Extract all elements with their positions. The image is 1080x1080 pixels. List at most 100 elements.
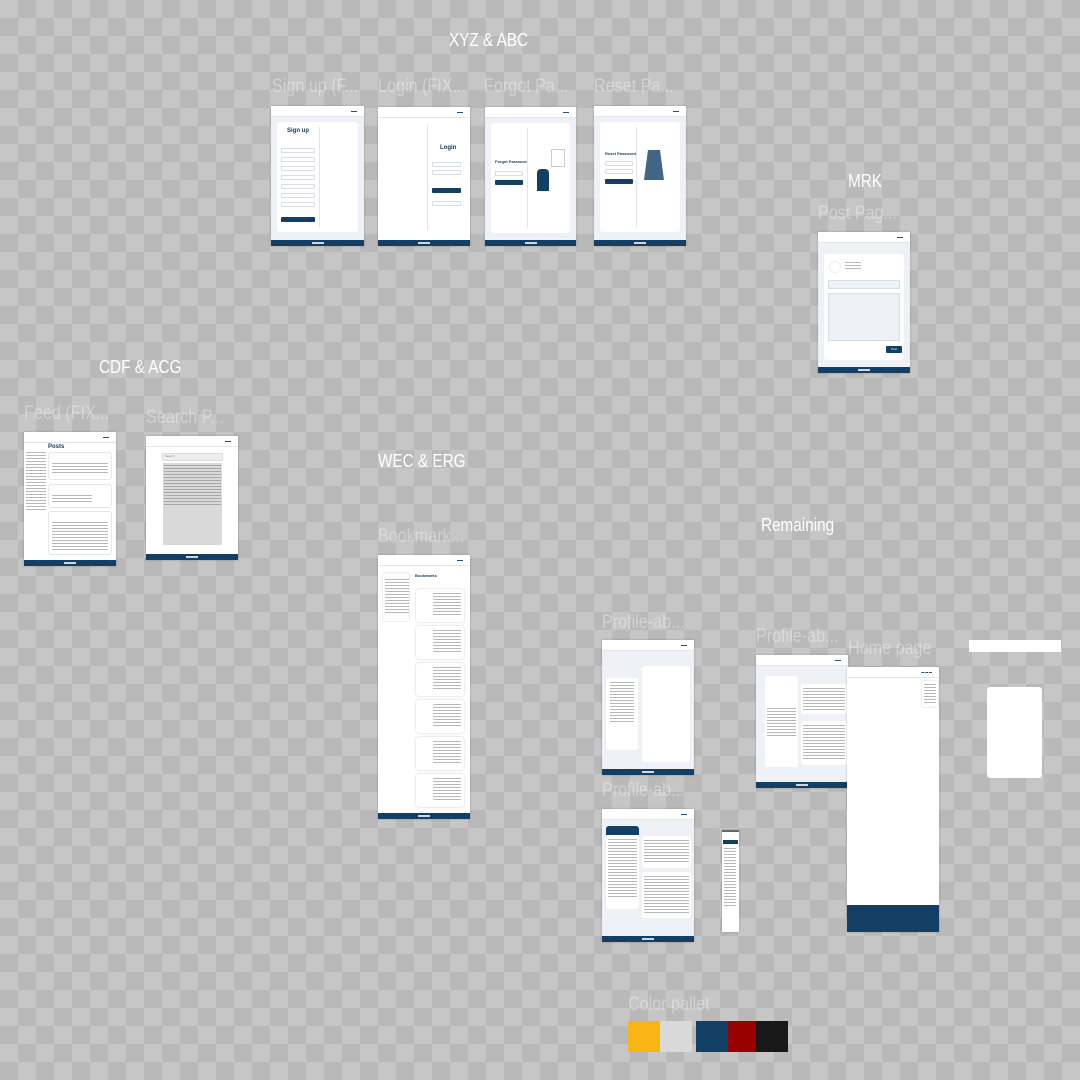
frame-label-reset[interactable]: Reset Pa...: [594, 76, 674, 98]
reset-confirm-field[interactable]: [605, 169, 633, 174]
frame-mobile[interactable]: [722, 830, 739, 932]
frame-label-profile1[interactable]: Profile-ab...: [602, 612, 685, 634]
frame-label-profile2[interactable]: Profile-ab...: [756, 626, 839, 648]
profile-sidebar: [606, 826, 639, 909]
frame-header: ▬ ▬ ▬: [847, 667, 939, 678]
search-input[interactable]: Search: [162, 453, 223, 461]
signup-field[interactable]: [281, 157, 315, 162]
section-title-xyz: XYZ & ABC: [449, 30, 529, 50]
frame-post-page[interactable]: ▬▬ Post: [818, 232, 910, 373]
color-swatch-yellow[interactable]: [628, 1021, 660, 1052]
forgot-title: Forgot Password: [495, 159, 528, 164]
color-swatch-black[interactable]: [756, 1021, 788, 1052]
frame-header: ▬▬: [594, 106, 686, 117]
forgot-submit[interactable]: [495, 180, 523, 185]
frame-bookmarks[interactable]: ▬▬ Bookmarks: [378, 555, 470, 819]
frame-reset-password[interactable]: ▬▬ Reset Password: [594, 106, 686, 246]
bookmark-item[interactable]: [416, 774, 464, 807]
section-title-wec: WEC & ERG: [378, 451, 466, 471]
frame-footer: [146, 554, 238, 560]
white-bar-component[interactable]: [969, 640, 1061, 652]
frame-footer: [378, 240, 470, 246]
color-swatch-gray[interactable]: [660, 1021, 692, 1052]
frame-label-signup[interactable]: Sign up (F...: [272, 76, 358, 98]
reset-password-field[interactable]: [605, 161, 633, 166]
post-body-input[interactable]: [828, 293, 900, 341]
frame-profile-1[interactable]: ▬▬: [602, 640, 694, 775]
profile-experience: [642, 836, 691, 868]
signup-field[interactable]: [281, 166, 315, 171]
frame-label-forgot[interactable]: Forgot Pa...: [484, 76, 568, 98]
frame-profile-2[interactable]: ▬▬: [756, 655, 848, 788]
signup-field[interactable]: [281, 193, 315, 198]
home-dropdown-menu[interactable]: [921, 680, 939, 708]
frame-footer: [24, 560, 116, 566]
reset-card: Reset Password: [600, 122, 680, 232]
forgot-email[interactable]: [495, 171, 523, 176]
color-swatch-navy[interactable]: [696, 1021, 728, 1052]
author-info: [845, 262, 861, 269]
frame-signup[interactable]: ▬▬ Sign up: [271, 106, 364, 246]
feed-post[interactable]: [48, 484, 112, 508]
login-button[interactable]: [432, 188, 461, 193]
frame-label-feed[interactable]: Feed (FIX...: [24, 403, 109, 425]
frame-header: ▬▬: [378, 555, 470, 566]
bookmark-item[interactable]: [416, 626, 464, 659]
frame-label-profile3[interactable]: Profile-ab...: [602, 780, 685, 802]
signup-field[interactable]: [281, 202, 315, 207]
frame-footer: [756, 782, 848, 788]
frame-home-page[interactable]: ▬ ▬ ▬: [847, 667, 939, 932]
section-title-remaining: Remaining: [761, 515, 835, 535]
frame-feed[interactable]: ▬▬ Posts: [24, 432, 116, 566]
frame-header: ▬▬: [756, 655, 848, 666]
login-email[interactable]: [432, 162, 461, 167]
frame-login[interactable]: ▬▬ Login: [378, 107, 470, 246]
frame-search[interactable]: ▬▬ Search: [146, 436, 238, 560]
forgot-card: Forgot Password: [491, 123, 570, 233]
bookmark-item[interactable]: [416, 737, 464, 770]
bookmark-filters[interactable]: [382, 572, 410, 622]
frame-forgot-password[interactable]: ▬▬ Forgot Password: [485, 107, 576, 246]
frame-label-home[interactable]: Home page: [848, 638, 931, 660]
frame-label-login[interactable]: Login (FIX...: [378, 76, 466, 98]
bookmark-item[interactable]: [416, 700, 464, 733]
frame-footer: [594, 240, 686, 246]
login-password[interactable]: [432, 170, 461, 175]
signup-field[interactable]: [281, 184, 315, 189]
signup-button[interactable]: [281, 217, 315, 222]
signup-field[interactable]: [281, 175, 315, 180]
frame-header: ▬▬: [602, 640, 694, 651]
signup-field[interactable]: [281, 148, 315, 153]
frame-profile-3[interactable]: ▬▬: [602, 809, 694, 942]
feed-post[interactable]: [48, 452, 112, 480]
post-button[interactable]: Post: [886, 346, 902, 353]
login-alt-button[interactable]: [432, 201, 461, 206]
home-footer: [847, 905, 939, 932]
bookmark-item[interactable]: [416, 589, 464, 622]
frame-label-bookmark[interactable]: Bookmark...: [378, 526, 464, 548]
post-title-input[interactable]: [828, 280, 900, 289]
profile-content: [642, 666, 690, 762]
signup-title: Sign up: [287, 128, 309, 134]
feed-sidebar[interactable]: [26, 452, 46, 512]
frame-footer: [485, 240, 576, 246]
signup-card: Sign up: [277, 122, 358, 232]
frame-header: ▬▬: [602, 809, 694, 820]
avatar: [829, 261, 841, 273]
section-title-mrk: MRK: [848, 171, 882, 191]
feed-title: Posts: [48, 444, 65, 450]
reset-title: Reset Password: [605, 151, 636, 156]
frame-footer: [602, 769, 694, 775]
section-title-cdf: CDF & ACG: [99, 357, 182, 377]
feed-post[interactable]: [48, 511, 112, 555]
reset-submit[interactable]: [605, 179, 633, 184]
search-results: [163, 463, 222, 545]
frame-label-post[interactable]: Post Pag...: [818, 203, 897, 225]
bookmark-item[interactable]: [416, 663, 464, 696]
profile-sidebar: [765, 676, 798, 767]
frame-header: ▬▬: [485, 107, 576, 118]
frame-footer: [602, 936, 694, 942]
frame-label-search[interactable]: Search P...: [146, 407, 224, 429]
login-title: Login: [440, 145, 457, 151]
white-card-component[interactable]: [987, 687, 1042, 778]
